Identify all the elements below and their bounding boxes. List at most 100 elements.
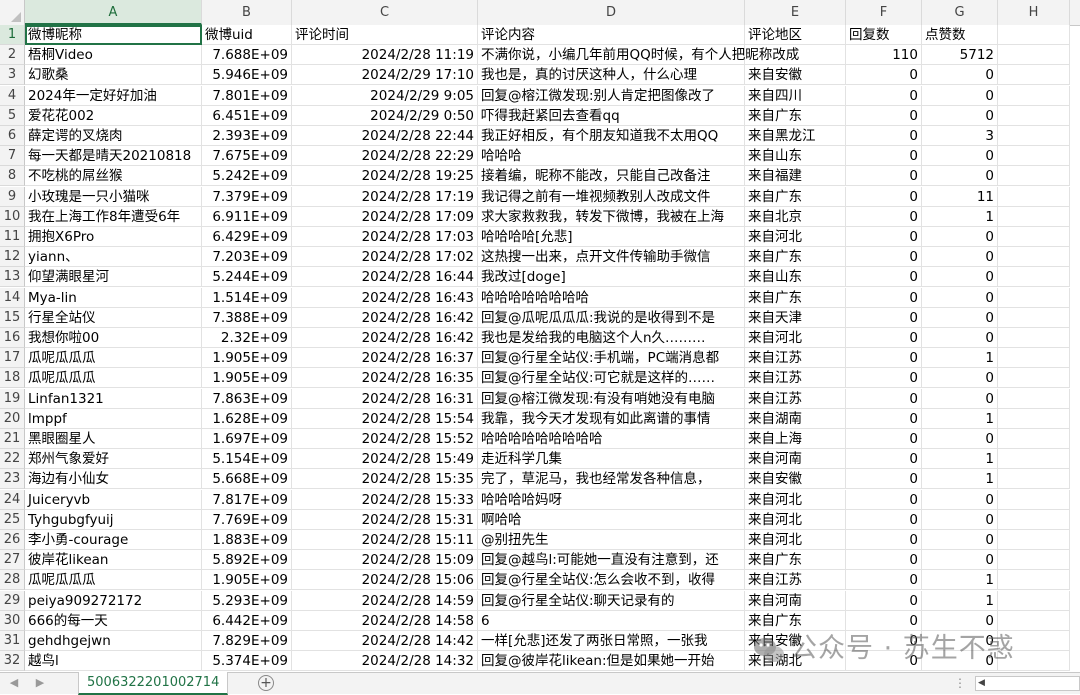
row-number[interactable]: 21	[0, 429, 25, 449]
cell-uid[interactable]: 7.769E+09	[202, 509, 292, 530]
cell-nickname[interactable]: peiya909272172	[25, 590, 202, 611]
cell-likes[interactable]: 0	[922, 65, 998, 86]
cell-likes[interactable]: 0	[922, 146, 998, 167]
cell-time[interactable]: 2024/2/28 16:43	[292, 287, 478, 308]
cell-time[interactable]: 2024/2/28 14:32	[292, 651, 478, 672]
cell-replies[interactable]: 0	[846, 550, 922, 571]
cell-nickname[interactable]: 越鸟l	[25, 651, 202, 672]
cell-uid[interactable]: 7.829E+09	[202, 631, 292, 651]
cell-time[interactable]: 2024/2/28 14:42	[292, 631, 478, 651]
cell-content[interactable]: 6	[478, 610, 745, 631]
cell-nickname[interactable]: 仰望满眼星河	[25, 267, 202, 288]
row-number[interactable]: 12	[0, 247, 25, 268]
cell-time[interactable]: 2024/2/28 17:03	[292, 227, 478, 247]
cell-uid[interactable]: 7.388E+09	[202, 307, 292, 328]
cell-region[interactable]: 来自北京	[745, 206, 846, 227]
cell-nickname[interactable]: 2024年一定好好加油	[25, 85, 202, 106]
cell-uid[interactable]: 2.393E+09	[202, 126, 292, 146]
cell-empty[interactable]	[998, 105, 1070, 126]
more-icon[interactable]: ⋮	[954, 676, 966, 690]
cell-region[interactable]: 来自黑龙江	[745, 126, 846, 146]
cell-uid[interactable]: 2.32E+09	[202, 328, 292, 348]
cell-likes[interactable]: 0	[922, 227, 998, 247]
row-number[interactable]: 25	[0, 509, 25, 530]
row-number[interactable]: 6	[0, 126, 25, 146]
cell-content[interactable]: 不满你说，小编几年前用QQ时候，有个人把昵称改成	[478, 45, 799, 66]
cell-nickname[interactable]: 666的每一天	[25, 610, 202, 631]
cell-empty[interactable]	[998, 45, 1070, 66]
cell-empty[interactable]	[998, 550, 1070, 571]
cell-content[interactable]: @别扭先生	[478, 530, 745, 550]
cell-uid[interactable]: 6.442E+09	[202, 610, 292, 631]
cell-time[interactable]: 2024/2/28 15:31	[292, 509, 478, 530]
cell-nickname[interactable]: Juiceryvb	[25, 489, 202, 510]
cell-content[interactable]: 这热搜一出来，点开文件传输助手微信	[478, 247, 745, 268]
cell-region[interactable]: 来自四川	[745, 85, 846, 106]
cell-replies[interactable]: 0	[846, 469, 922, 490]
cell-replies[interactable]: 0	[846, 590, 922, 611]
cell-empty[interactable]	[998, 126, 1070, 146]
header-cell-uid[interactable]: 微博uid	[202, 25, 292, 45]
row-number[interactable]: 14	[0, 287, 25, 308]
cell-empty[interactable]	[998, 449, 1070, 470]
cell-content[interactable]: 回复@榕江微发现:有没有哨她没有电脑	[478, 388, 745, 409]
cell-nickname[interactable]: lmppf	[25, 408, 202, 429]
cell-time[interactable]: 2024/2/28 22:29	[292, 146, 478, 167]
cell-replies[interactable]: 0	[846, 186, 922, 207]
cell-content[interactable]: 回复@瓜呢瓜瓜瓜:我说的是收得到不是	[478, 307, 745, 328]
cell-likes[interactable]: 0	[922, 105, 998, 126]
cell-empty[interactable]	[998, 146, 1070, 167]
cell-uid[interactable]: 5.244E+09	[202, 267, 292, 288]
cell-nickname[interactable]: 我在上海工作8年遭受6年	[25, 206, 202, 227]
row-number[interactable]: 13	[0, 267, 25, 288]
cell-region[interactable]: 来自河北	[745, 530, 846, 550]
cell-replies[interactable]: 0	[846, 227, 922, 247]
cell-likes[interactable]: 3	[922, 126, 998, 146]
header-cell-likes[interactable]: 点赞数	[922, 25, 998, 45]
row-number[interactable]: 17	[0, 348, 25, 369]
cell-replies[interactable]: 0	[846, 530, 922, 550]
cell-region[interactable]: 来自山东	[745, 267, 846, 288]
cell-region[interactable]: 来自广东	[745, 550, 846, 571]
cell-uid[interactable]: 5.293E+09	[202, 590, 292, 611]
cell-content[interactable]: 我记得之前有一堆视频教别人改成文件	[478, 186, 745, 207]
cell-nickname[interactable]: 行星全站仪	[25, 307, 202, 328]
cell-region[interactable]: 来自广东	[745, 186, 846, 207]
cell-content[interactable]: 吓得我赶紧回去查看qq	[478, 105, 745, 126]
cell-content[interactable]: 我也是，真的讨厌这种人，什么心理	[478, 65, 745, 86]
cell-content[interactable]: 完了，草泥马，我也经常发各种信息，	[478, 469, 745, 490]
cell-content[interactable]: 啊哈哈	[478, 509, 745, 530]
cell-likes[interactable]: 0	[922, 530, 998, 550]
column-header-f[interactable]: F	[846, 0, 922, 25]
cell-nickname[interactable]: Linfan1321	[25, 388, 202, 409]
row-number[interactable]: 2	[0, 45, 25, 66]
next-sheet-icon[interactable]: ▶	[30, 675, 50, 691]
cell-content[interactable]: 回复@行星全站仪:怎么会收不到，收得	[478, 570, 745, 591]
cell-empty[interactable]	[998, 469, 1070, 490]
cell-empty[interactable]	[998, 348, 1070, 369]
cell-likes[interactable]: 0	[922, 429, 998, 449]
cell-empty[interactable]	[998, 509, 1070, 530]
cell-time[interactable]: 2024/2/29 0:50	[292, 105, 478, 126]
cell-uid[interactable]: 5.946E+09	[202, 65, 292, 86]
cell-replies[interactable]: 0	[846, 267, 922, 288]
cell-uid[interactable]: 1.883E+09	[202, 530, 292, 550]
cell-region[interactable]: 来自广东	[745, 247, 846, 268]
cell-likes[interactable]: 0	[922, 166, 998, 187]
row-number[interactable]: 8	[0, 166, 25, 187]
cell-replies[interactable]: 0	[846, 328, 922, 348]
cell-region[interactable]: 来自湖北	[745, 651, 846, 672]
cell-uid[interactable]: 7.688E+09	[202, 45, 292, 66]
cell-empty[interactable]	[998, 247, 1070, 268]
cell-replies[interactable]: 0	[846, 651, 922, 672]
cell-likes[interactable]: 0	[922, 85, 998, 106]
row-number[interactable]: 22	[0, 449, 25, 470]
cell-nickname[interactable]: 李小勇-courage	[25, 530, 202, 550]
cell-replies[interactable]: 0	[846, 610, 922, 631]
cell-region[interactable]: 来自江苏	[745, 368, 846, 389]
cell-likes[interactable]: 0	[922, 610, 998, 631]
header-cell-nickname[interactable]: 微博昵称	[25, 25, 202, 45]
cell-replies[interactable]: 0	[846, 105, 922, 126]
cell-time[interactable]: 2024/2/28 16:31	[292, 388, 478, 409]
column-header-a[interactable]: A	[25, 0, 202, 25]
